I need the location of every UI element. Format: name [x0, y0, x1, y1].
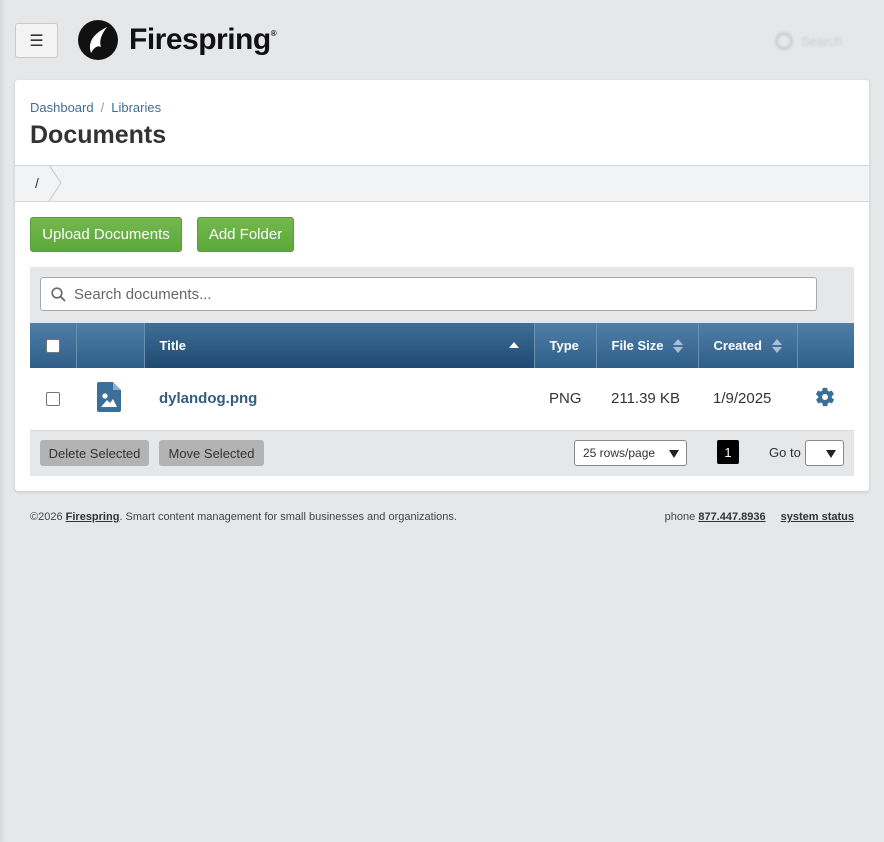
created-cell: 1/9/2025: [698, 368, 797, 431]
filesize-header-label: File Size: [611, 338, 664, 353]
title-header-label: Title: [159, 338, 187, 353]
select-all-checkbox[interactable]: [46, 339, 60, 354]
row-checkbox[interactable]: [46, 392, 60, 407]
firespring-logo-icon: [78, 20, 118, 60]
gear-icon[interactable]: [814, 386, 836, 408]
goto-label: Go to: [769, 445, 801, 460]
title-cell: dylandog.png: [144, 368, 534, 431]
page-title: Documents: [30, 121, 167, 149]
footer-right: phone 877.447.8936 system status: [665, 511, 854, 523]
delete-selected-button[interactable]: Delete Selected: [40, 440, 149, 466]
rows-per-page-value: 25 rows/page: [583, 446, 656, 460]
type-column-header[interactable]: Type: [534, 323, 597, 368]
search-icon: [51, 286, 66, 302]
document-title-link[interactable]: dylandog.png: [159, 390, 257, 407]
filesize-column-header[interactable]: File Size: [596, 323, 699, 368]
site-footer: ©2026 Firespring. Smart content manageme…: [30, 511, 854, 523]
copyright-text: ©2026 Firespring. Smart content manageme…: [30, 511, 457, 523]
documents-table: Title Type File Size Created dylandog.pn…: [30, 323, 854, 431]
created-header-label: Created: [713, 338, 762, 353]
goto-page-select[interactable]: [805, 440, 844, 466]
search-documents[interactable]: [40, 277, 817, 311]
title-column-header[interactable]: Title: [144, 323, 535, 368]
path-root[interactable]: /: [35, 175, 39, 191]
grid-footer: Delete Selected Move Selected 25 rows/pa…: [30, 430, 854, 476]
rows-per-page-select[interactable]: 25 rows/page: [574, 440, 687, 466]
sort-ascending-icon: [508, 341, 519, 348]
image-file-icon: [97, 381, 121, 412]
hamburger-icon: ☰: [29, 32, 44, 50]
actions-cell: [797, 368, 854, 431]
created-column-header[interactable]: Created: [698, 323, 798, 368]
filesize-cell: 211.39 KB: [596, 368, 698, 431]
type-cell: PNG: [534, 368, 596, 431]
folder-path-bar: /: [15, 165, 869, 202]
breadcrumb-libraries[interactable]: Libraries: [111, 100, 161, 115]
breadcrumb: Dashboard / Libraries: [30, 100, 161, 115]
upload-documents-button[interactable]: Upload Documents: [30, 217, 182, 252]
documents-card: Dashboard / Libraries Documents / Upload…: [15, 80, 869, 491]
firespring-logo[interactable]: Firespring®: [77, 19, 277, 61]
current-page-button[interactable]: 1: [717, 440, 739, 464]
table-row[interactable]: dylandog.png PNG 211.39 KB 1/9/2025: [30, 368, 854, 431]
top-search[interactable]: Search: [775, 30, 865, 52]
breadcrumb-dashboard[interactable]: Dashboard: [30, 100, 94, 115]
row-select-cell: [30, 368, 76, 431]
chevron-down-icon: [826, 450, 836, 458]
footer-phone: phone 877.447.8936: [664, 511, 766, 523]
move-selected-button[interactable]: Move Selected: [159, 440, 264, 466]
phone-link[interactable]: 877.447.8936: [698, 511, 765, 523]
top-search-label: Search: [801, 33, 843, 49]
chevron-down-icon: [669, 450, 679, 458]
sort-icon: [771, 338, 782, 353]
sort-icon: [672, 338, 683, 353]
search-input[interactable]: [74, 285, 794, 303]
breadcrumb-separator: /: [100, 100, 105, 115]
menu-button[interactable]: ☰: [15, 23, 58, 58]
add-folder-button[interactable]: Add Folder: [197, 217, 294, 252]
system-status-link[interactable]: system status: [781, 511, 854, 523]
search-icon: [775, 32, 793, 50]
path-chevron-icon: [48, 165, 62, 202]
logo-text: Firespring®: [129, 23, 277, 56]
actions-column-header: [797, 323, 854, 368]
footer-brand-link[interactable]: Firespring: [66, 511, 120, 523]
select-all-header: [30, 323, 77, 368]
icon-column-header: [76, 323, 145, 368]
documents-grid: Title Type File Size Crea: [30, 267, 854, 476]
left-edge-shade: [0, 0, 6, 842]
file-type-icon-cell: [76, 368, 144, 431]
table-header-row: Title Type File Size Created: [30, 323, 854, 368]
